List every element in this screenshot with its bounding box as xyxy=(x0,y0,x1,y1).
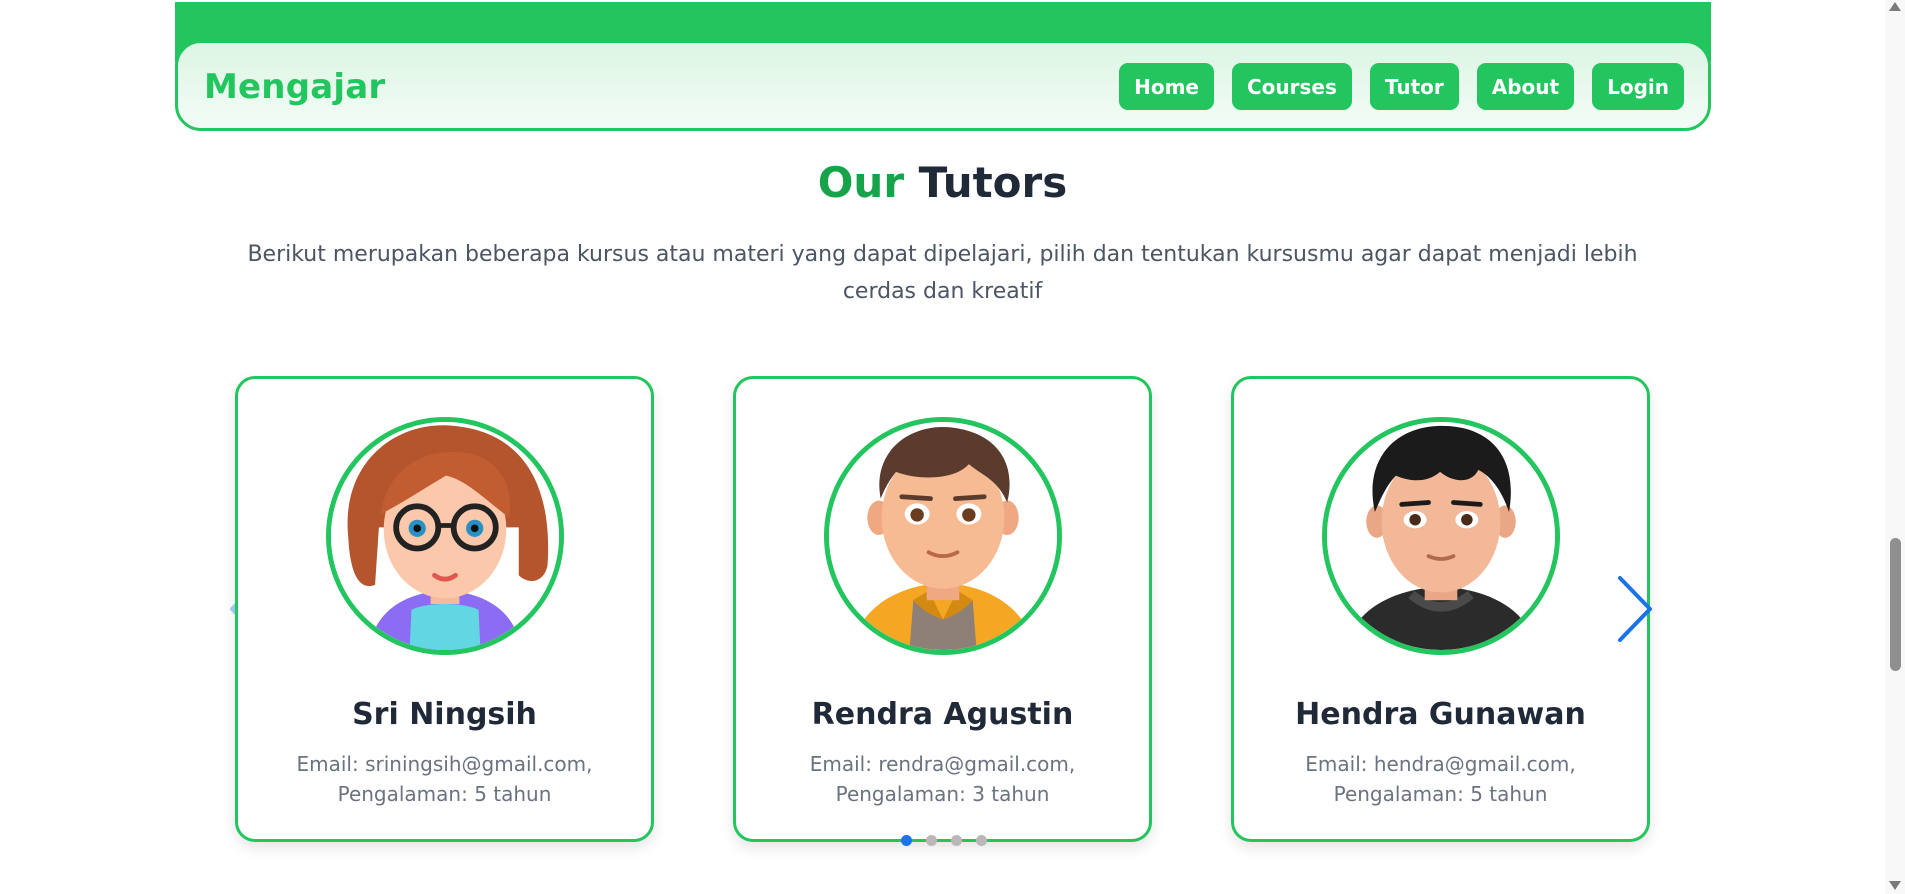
tutor-experience: Pengalaman: 5 tahun xyxy=(337,782,552,806)
nav-courses-button[interactable]: Courses xyxy=(1231,63,1352,110)
carousel-dot[interactable] xyxy=(901,835,912,846)
navbar: Mengajar Home Courses Tutor About Login xyxy=(175,40,1711,131)
tutor-email: Email: sriningsih@gmail.com, xyxy=(296,752,593,776)
tutor-name: Sri Ningsih xyxy=(352,697,537,732)
nav-tutor-button[interactable]: Tutor xyxy=(1369,63,1459,110)
tutor-name: Rendra Agustin xyxy=(811,697,1074,732)
scroll-down-arrow-icon[interactable] xyxy=(1889,881,1901,890)
female-glasses-avatar-icon xyxy=(326,417,564,655)
section-title: Our Tutors xyxy=(0,158,1885,207)
male-black-shirt-avatar-icon xyxy=(1322,417,1560,655)
male-hoodie-avatar-icon xyxy=(824,417,1062,655)
nav-about-button[interactable]: About xyxy=(1476,63,1575,110)
tutor-info: Email: hendra@gmail.com, Pengalaman: 5 t… xyxy=(1254,749,1627,809)
tutor-email: Email: rendra@gmail.com, xyxy=(809,752,1076,776)
tutor-info: Email: rendra@gmail.com, Pengalaman: 3 t… xyxy=(756,749,1129,809)
carousel-dot[interactable] xyxy=(976,835,987,846)
chevron-right-icon xyxy=(1618,576,1652,642)
section-title-rest: Tutors xyxy=(918,158,1068,207)
tutor-card[interactable]: Hendra Gunawan Email: hendra@gmail.com, … xyxy=(1231,376,1650,842)
scrollbar-thumb[interactable] xyxy=(1890,538,1901,671)
tutor-name: Hendra Gunawan xyxy=(1295,697,1586,732)
section-title-accent: Our xyxy=(817,158,905,207)
tutor-card[interactable]: Rendra Agustin Email: rendra@gmail.com, … xyxy=(733,376,1152,842)
tutor-experience: Pengalaman: 3 tahun xyxy=(835,782,1050,806)
nav-home-button[interactable]: Home xyxy=(1119,63,1214,110)
carousel-pagination xyxy=(901,835,987,846)
scroll-up-arrow-icon[interactable] xyxy=(1889,2,1901,11)
nav-login-button[interactable]: Login xyxy=(1592,63,1684,110)
brand-logo[interactable]: Mengajar xyxy=(204,67,385,107)
nav-links: Home Courses Tutor About Login xyxy=(1119,63,1684,110)
carousel-dot[interactable] xyxy=(951,835,962,846)
carousel-next-button[interactable] xyxy=(1612,574,1656,644)
tutor-email: Email: hendra@gmail.com, xyxy=(1305,752,1576,776)
scrollbar[interactable] xyxy=(1885,0,1905,894)
tutor-experience: Pengalaman: 5 tahun xyxy=(1333,782,1548,806)
tutor-info: Email: sriningsih@gmail.com, Pengalaman:… xyxy=(258,749,631,809)
section-description: Berikut merupakan beberapa kursus atau m… xyxy=(247,242,1638,304)
tutor-card[interactable]: Sri Ningsih Email: sriningsih@gmail.com,… xyxy=(235,376,654,842)
carousel-dot[interactable] xyxy=(926,835,937,846)
